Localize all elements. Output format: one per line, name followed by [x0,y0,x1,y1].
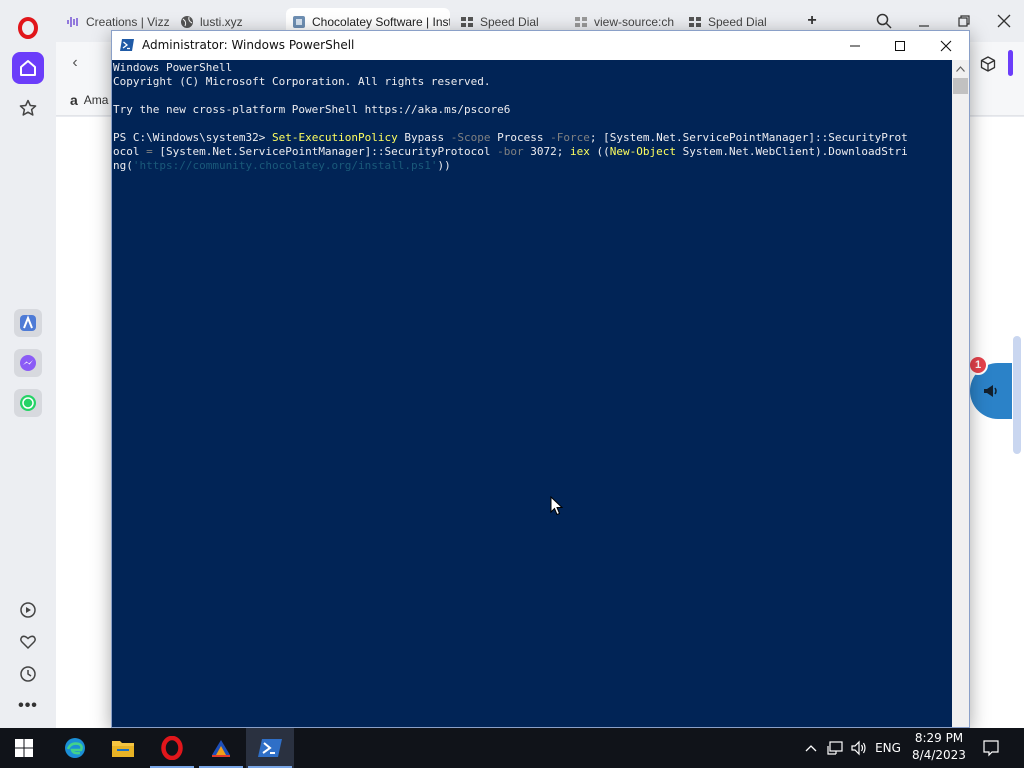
messenger-icon[interactable] [14,349,42,377]
cmdlet-token: iex [569,145,590,158]
console-line: Try the new cross-platform PowerShell ht… [113,103,511,116]
chocolatey-icon [292,15,306,29]
text-token: System.Net.WebClient).DownloadStri [675,145,908,158]
back-arrow-icon[interactable]: ‹ [64,52,86,74]
tab-label: Speed Dial [708,15,767,29]
minimize-icon [850,45,860,46]
minimize-icon[interactable] [913,10,935,32]
string-token: 'https://community.chocolatey.org/instal… [132,159,438,172]
more-dots-icon[interactable]: ••• [12,690,44,722]
clock-date: 8/4/2023 [912,748,966,762]
star-icon[interactable] [12,92,44,124]
vpn-indicator[interactable] [1008,50,1013,76]
powershell-icon [120,39,134,51]
notification-center-icon[interactable] [978,728,1004,768]
bookmark-amazon[interactable]: a Ama [70,92,108,108]
console-line: Copyright (C) Microsoft Corporation. All… [113,75,491,88]
text-token: [System.Net.ServicePointManager]::Securi… [152,145,498,158]
mouse-cursor-icon [550,496,564,516]
text-token: Process [490,131,551,144]
param-token: -Scope [450,131,491,144]
param-token: -Force [550,131,590,144]
home-icon[interactable] [12,52,44,84]
volume-icon[interactable] [848,728,870,768]
window-title: Administrator: Windows PowerShell [142,38,355,52]
tab-label: Chocolatey Software | Inst [312,15,450,29]
waveform-icon [66,15,80,29]
player-icon[interactable] [12,594,44,626]
heart-icon[interactable] [12,626,44,658]
system-clock[interactable]: 8:29 PM 8/4/2023 [908,730,970,766]
bookmark-label: Ama [83,93,109,107]
tab-label: Speed Dial [480,15,539,29]
console-command-line: ng('https://community.chocolatey.org/ins… [113,159,451,173]
network-icon[interactable] [824,728,846,768]
windows-start-icon[interactable] [0,728,48,768]
page-scrollbar[interactable] [1013,336,1021,454]
globe-icon [180,15,194,29]
operator-token: = [146,145,153,158]
powershell-titlebar[interactable]: Administrator: Windows PowerShell [112,31,969,60]
grid-icon [574,15,588,29]
text-token: ng( [113,159,133,172]
close-icon [940,40,952,51]
search-icon[interactable] [873,10,895,32]
cmdlet-token: Set-ExecutionPolicy [271,131,398,144]
scroll-up-arrow-icon[interactable] [952,60,969,77]
powershell-console[interactable]: Windows PowerShell Copyright (C) Microso… [112,60,952,727]
scroll-thumb[interactable] [953,78,968,94]
ps-close-button[interactable] [923,31,969,60]
console-command-line: ocol = [System.Net.ServicePointManager]:… [113,145,908,159]
opera-sidebar: ••• [0,0,56,728]
clock-time: 8:29 PM [914,731,964,745]
file-explorer-icon[interactable] [99,728,147,768]
megaphone-icon [984,385,997,397]
text-token: )) [437,159,451,172]
tab-label: lusti.xyz [200,15,243,29]
chevron-up-icon[interactable] [801,728,821,768]
maximize-icon [895,40,905,51]
console-prompt: PS C:\Windows\system32> [113,131,272,144]
amazon-icon: a [70,92,78,108]
new-tab-plus-icon[interactable]: + [803,12,821,30]
extensions-cube-icon[interactable] [978,54,998,74]
history-clock-icon[interactable] [12,658,44,690]
text-token: 3072; [523,145,570,158]
windows-taskbar: ENG 8:29 PM 8/4/2023 [0,728,1024,768]
restore-icon[interactable] [953,10,975,32]
aria-app-icon[interactable] [14,309,42,337]
console-command-line: PS C:\Windows\system32> Set-ExecutionPol… [113,131,908,145]
opera-logo-icon[interactable] [16,16,40,40]
text-token: Bypass [397,131,451,144]
notification-badge: 1 [968,355,988,375]
opera-icon[interactable] [148,728,196,768]
language-indicator[interactable]: ENG [873,728,903,768]
app-icon[interactable] [197,728,245,768]
grid-icon [688,15,702,29]
console-line: Windows PowerShell [113,61,233,74]
console-scrollbar[interactable] [952,60,969,727]
text-token: ; [System.Net.ServicePointManager]::Secu… [589,131,908,144]
whatsapp-icon[interactable] [14,389,42,417]
tab-label: Creations | Vizz [86,15,170,29]
cmdlet-token: New-Object [609,145,676,158]
text-token: ocol [113,145,147,158]
powershell-window: Administrator: Windows PowerShell Window… [111,30,970,728]
ps-minimize-button[interactable] [832,31,878,60]
param-token: -bor [497,145,524,158]
tab-label: view-source:ch [594,15,675,29]
grid-icon [460,15,474,29]
close-icon[interactable] [993,10,1015,32]
ps-maximize-button[interactable] [877,31,923,60]
powershell-icon[interactable] [246,728,294,768]
text-token: (( [589,145,610,158]
edge-icon[interactable] [51,728,99,768]
